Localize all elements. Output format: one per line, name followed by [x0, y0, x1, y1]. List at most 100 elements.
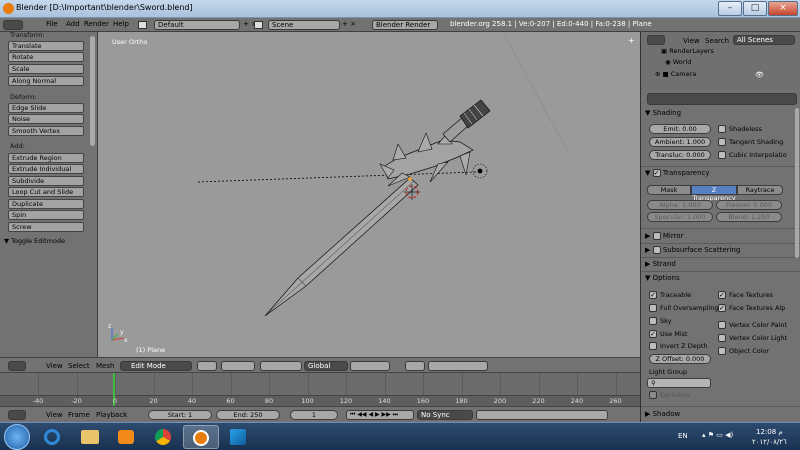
outliner-item-camera[interactable]: ⊕ ■ Camera	[655, 70, 696, 78]
duplicate-button[interactable]: Duplicate	[8, 199, 84, 209]
maximize-button[interactable]: □	[743, 1, 767, 16]
outliner-item-renderlayers[interactable]: ▣ RenderLayers	[661, 47, 714, 55]
menu-select[interactable]: Select	[68, 362, 90, 370]
mirror-panel-header[interactable]: ▶ Mirror	[645, 230, 795, 242]
menu-render[interactable]: Render	[84, 20, 109, 28]
subdivide-button[interactable]: Subdivide	[8, 176, 84, 186]
noise-button[interactable]: Noise	[8, 114, 84, 124]
start-button[interactable]	[4, 424, 30, 450]
menu-playback[interactable]: Playback	[96, 411, 127, 419]
scale-button[interactable]: Scale	[8, 64, 84, 74]
ambient-field[interactable]: Ambient: 1.000	[649, 137, 711, 147]
close-button[interactable]: ×	[768, 1, 798, 16]
loop-cut-slide-button[interactable]: Loop Cut and Slide	[8, 187, 84, 197]
properties-tabs[interactable]	[647, 93, 797, 105]
proportional-button[interactable]	[405, 361, 425, 371]
toolshelf-scrollbar[interactable]	[90, 36, 95, 146]
face-textures-alpha-checkbox[interactable]: ✓	[718, 304, 726, 312]
strand-panel-header[interactable]: ▶ Strand	[645, 258, 795, 270]
extrude-individual-button[interactable]: Extrude Individual	[8, 164, 84, 174]
sky-checkbox[interactable]	[649, 317, 657, 325]
mode-select[interactable]: Edit Mode	[120, 361, 192, 371]
specular-field[interactable]: Specular: 1.000	[647, 212, 713, 222]
viewport-shading-button[interactable]	[197, 361, 217, 371]
pivot-button[interactable]	[221, 361, 255, 371]
layout-select[interactable]: Default	[154, 20, 240, 30]
menu-frame[interactable]: Frame	[68, 411, 90, 419]
menu-file[interactable]: File	[46, 20, 58, 28]
blend-field[interactable]: Blend: 1.250	[716, 212, 782, 222]
emit-field[interactable]: Emit: 0.00	[649, 124, 711, 134]
transp-mode-raytrace[interactable]: Raytrace	[737, 185, 783, 195]
end-frame-field[interactable]: End: 250	[216, 410, 280, 420]
snap-buttons[interactable]	[428, 361, 488, 371]
taskbar-ie-icon[interactable]	[34, 425, 70, 449]
menu-view-outliner[interactable]: View	[683, 37, 700, 45]
sss-panel-header[interactable]: ▶ Subsurface Scattering	[645, 244, 795, 256]
minimize-button[interactable]: –	[718, 1, 742, 16]
menu-mesh[interactable]: Mesh	[96, 362, 114, 370]
sword-mesh[interactable]: z y x	[98, 32, 640, 357]
z-offset-field[interactable]: Z Offset: 0.000	[649, 354, 711, 364]
orientation-select[interactable]: Global	[304, 361, 348, 371]
shadow-panel-header[interactable]: ▶ Shadow	[645, 408, 795, 420]
playback-controls[interactable]: ⏮ ◀◀ ◀ ▶ ▶▶ ⏭	[346, 410, 414, 420]
vc-paint-checkbox[interactable]	[718, 321, 726, 329]
transluc-field[interactable]: Transluc: 0.000	[649, 150, 711, 160]
transparency-checkbox[interactable]: ✓	[652, 169, 661, 177]
along-normal-button[interactable]: Along Normal	[8, 76, 84, 86]
menu-add[interactable]: Add	[66, 20, 80, 28]
translate-button[interactable]: Translate	[8, 41, 84, 51]
properties-scrollbar[interactable]	[795, 108, 799, 258]
scene-select[interactable]: Scene	[268, 20, 340, 30]
taskbar-blender-icon[interactable]	[183, 425, 219, 449]
timeline[interactable]: -40 -20 0 20 40 60 80 100 120 140 160 180 200 220 240 2…	[0, 373, 640, 406]
editor-type-icon-outliner[interactable]	[647, 35, 665, 45]
taskbar-app-icon[interactable]	[220, 425, 256, 449]
screw-button[interactable]: Screw	[8, 222, 84, 232]
editor-type-icon-3d[interactable]	[8, 361, 26, 371]
transparency-panel-header[interactable]: ▼ ✓ Transparency	[645, 167, 795, 179]
menu-view-3d[interactable]: View	[46, 362, 63, 370]
edge-slide-button[interactable]: Edge Slide	[8, 103, 84, 113]
alpha-field[interactable]: Alpha: 1.000	[647, 200, 713, 210]
editor-type-icon-timeline[interactable]	[8, 410, 26, 420]
toggle-editmode-panel[interactable]: ▼ Toggle Editmode	[4, 236, 94, 246]
outliner-filter-select[interactable]: All Scenes	[733, 35, 795, 45]
rotate-button[interactable]: Rotate	[8, 52, 84, 62]
sync-select[interactable]: No Sync	[417, 410, 473, 420]
traceable-checkbox[interactable]: ✓	[649, 291, 657, 299]
shadeless-checkbox[interactable]	[718, 125, 726, 133]
clock-time[interactable]: 12:08 م	[756, 428, 783, 436]
current-frame-field[interactable]: 1	[290, 410, 338, 420]
manipulator-buttons[interactable]	[260, 361, 302, 371]
render-engine-select[interactable]: Blender Render	[372, 20, 438, 30]
vc-light-checkbox[interactable]	[718, 334, 726, 342]
start-frame-field[interactable]: Start: 1	[148, 410, 212, 420]
extrude-region-button[interactable]: Extrude Region	[8, 153, 84, 163]
menu-help[interactable]: Help	[113, 20, 129, 28]
tray-icons[interactable]: ▴ ⚑ ▭ ◀)	[702, 431, 746, 439]
object-color-checkbox[interactable]	[718, 347, 726, 355]
transp-mode-mask[interactable]: Mask	[647, 185, 691, 195]
taskbar-media-icon[interactable]	[108, 425, 144, 449]
fresnel-field[interactable]: Fresnel: 0.000	[716, 200, 782, 210]
tangent-checkbox[interactable]	[718, 138, 726, 146]
3d-viewport[interactable]: User Ortho (1) Plane + z y x	[98, 32, 640, 357]
editor-type-icon[interactable]	[3, 20, 23, 30]
options-panel-header[interactable]: ▼ Options	[645, 272, 795, 284]
keyframe-buttons[interactable]	[476, 410, 608, 420]
cubic-checkbox[interactable]	[718, 151, 726, 159]
select-mode-buttons[interactable]	[350, 361, 390, 371]
face-textures-checkbox[interactable]: ✓	[718, 291, 726, 299]
transp-mode-ztransparency[interactable]: Z Transparency	[691, 185, 737, 202]
mirror-checkbox[interactable]	[652, 232, 661, 240]
smooth-vertex-button[interactable]: Smooth Vertex	[8, 126, 84, 136]
full-os-checkbox[interactable]	[649, 304, 657, 312]
taskbar-chrome-icon[interactable]	[145, 425, 181, 449]
visibility-eye-icon[interactable]: 👁	[755, 71, 764, 79]
language-indicator[interactable]: EN	[678, 432, 688, 440]
outliner-item-world[interactable]: ◉ World	[665, 58, 691, 66]
scene-add-button[interactable]: + ×	[342, 20, 356, 28]
light-group-field[interactable]: ⚲	[647, 378, 711, 388]
